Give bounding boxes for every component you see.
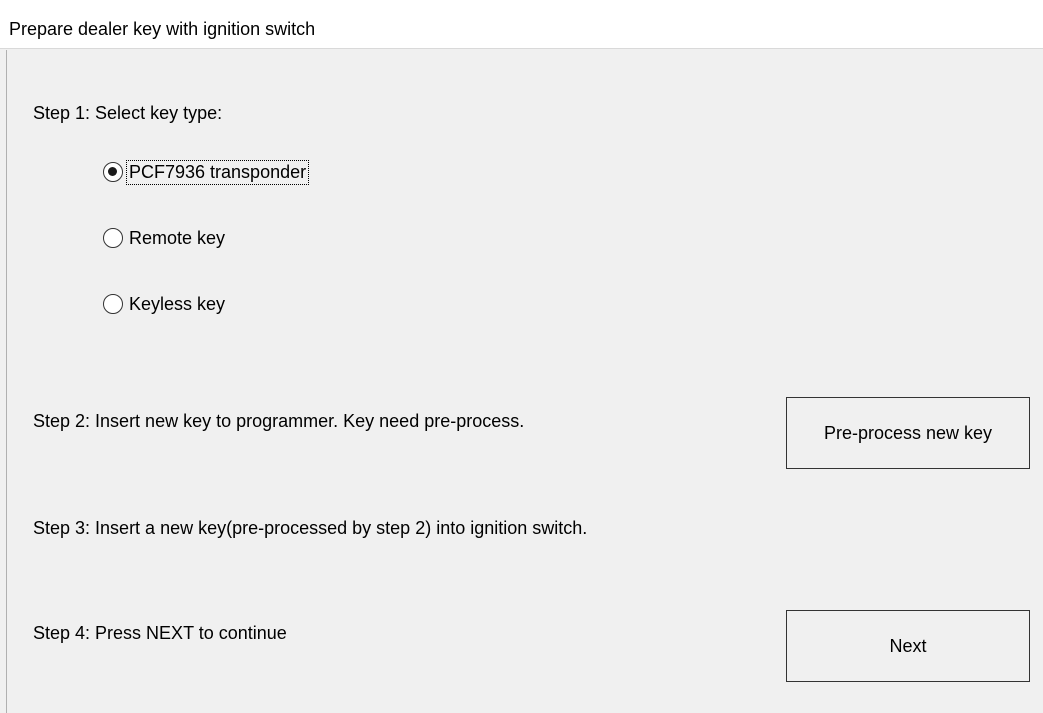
radio-label[interactable]: PCF7936 transponder: [125, 159, 310, 185]
radio-button-icon[interactable]: [103, 228, 123, 248]
step3-label: Step 3: Insert a new key(pre-processed b…: [33, 518, 588, 538]
step2-label: Step 2: Insert new key to programmer. Ke…: [33, 411, 525, 431]
window-title: Prepare dealer key with ignition switch: [9, 19, 316, 39]
next-button[interactable]: Next: [786, 610, 1030, 682]
title-bar: Prepare dealer key with ignition switch: [0, 0, 1043, 49]
radio-option-keyless-key[interactable]: Keyless key: [103, 290, 227, 318]
radio-label[interactable]: Keyless key: [127, 293, 227, 316]
radio-option-pcf7936[interactable]: PCF7936 transponder: [103, 158, 310, 186]
dialog-window: Prepare dealer key with ignition switch …: [0, 0, 1043, 713]
step4-label: Step 4: Press NEXT to continue: [33, 623, 287, 643]
step1-label: Step 1: Select key type:: [33, 103, 223, 123]
pre-process-new-key-button[interactable]: Pre-process new key: [786, 397, 1030, 469]
radio-label[interactable]: Remote key: [127, 227, 227, 250]
radio-selected-dot-icon: [108, 167, 117, 176]
radio-button-icon[interactable]: [103, 294, 123, 314]
left-divider: [6, 50, 7, 713]
radio-option-remote-key[interactable]: Remote key: [103, 224, 227, 252]
radio-button-icon[interactable]: [103, 162, 123, 182]
